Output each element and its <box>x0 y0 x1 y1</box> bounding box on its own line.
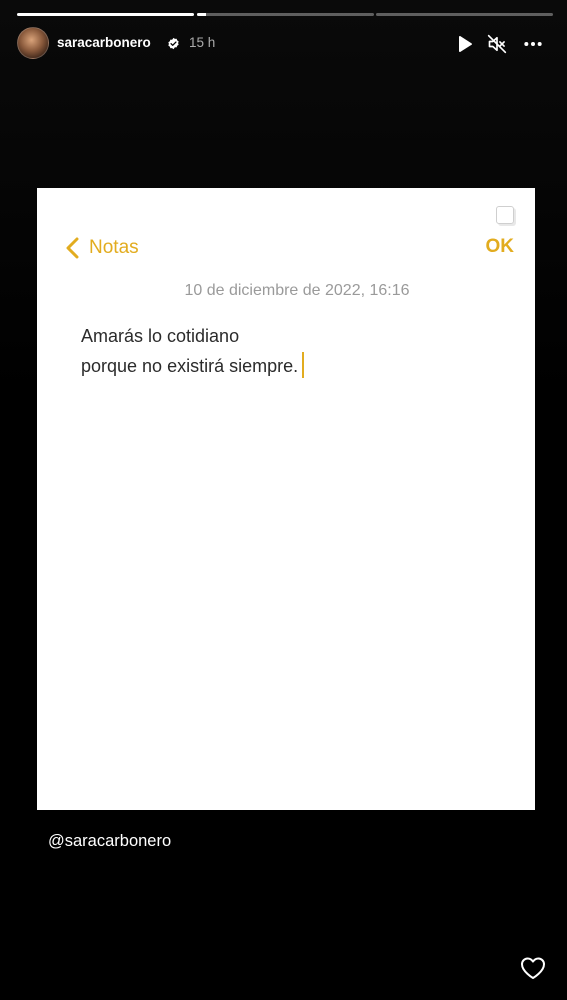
progress-segment <box>197 13 374 16</box>
note-line-text: porque no existirá siempre. <box>81 356 299 376</box>
note-line: porque no existirá siempre. <box>81 351 501 381</box>
notes-ok-button: OK <box>485 236 515 257</box>
chevron-left-icon <box>66 237 79 259</box>
story-progress <box>17 13 553 16</box>
story-header: saracarbonero 15 h <box>17 27 553 61</box>
note-date: 10 de diciembre de 2022, 16:16 <box>184 282 410 299</box>
verified-badge-icon <box>168 37 179 50</box>
note-body: Amarás lo cotidiano porque no existirá s… <box>81 321 501 381</box>
text-cursor <box>302 352 305 378</box>
progress-segment <box>376 13 553 16</box>
more-icon[interactable] <box>523 34 543 54</box>
mention-tag[interactable]: @saracarbonero <box>48 832 171 851</box>
checkbox-icon <box>496 206 514 224</box>
notes-back-label: Notas <box>89 237 139 258</box>
heart-icon[interactable] <box>520 956 546 980</box>
note-line: Amarás lo cotidiano <box>81 326 240 346</box>
notes-screenshot: Notas OK 10 de diciembre de 2022, 16:16 … <box>37 188 535 810</box>
post-time: 15 h <box>189 35 216 50</box>
progress-segment <box>17 13 194 16</box>
mute-icon[interactable] <box>487 34 507 54</box>
username[interactable]: saracarbonero <box>57 35 151 50</box>
play-icon[interactable] <box>454 34 474 54</box>
notes-back-button: Notas <box>65 234 139 262</box>
avatar[interactable] <box>17 27 49 59</box>
